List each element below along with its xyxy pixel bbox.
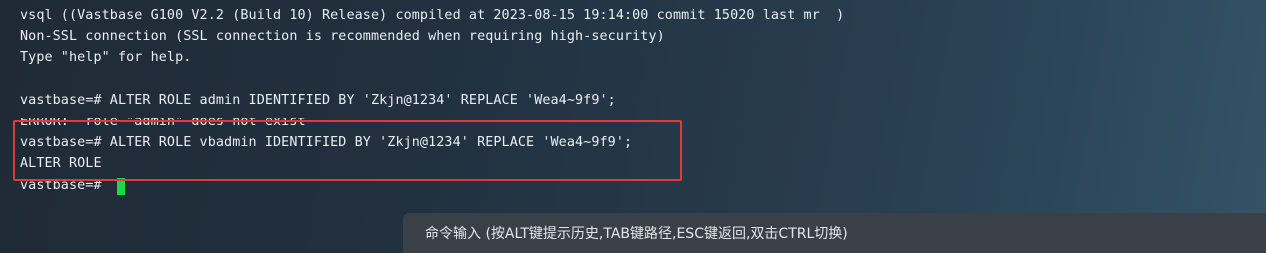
terminal-line: Type "help" for help. — [20, 50, 192, 65]
command-input-hint-text: 命令输入 (按ALT键提示历史,TAB键路径,ESC键返回,双击CTRL切换) — [425, 226, 848, 242]
highlight-annotation-box — [13, 120, 682, 181]
terminal-line: Non-SSL connection (SSL connection is re… — [20, 29, 665, 44]
command-input-hint-bar[interactable]: 命令输入 (按ALT键提示历史,TAB键路径,ESC键返回,双击CTRL切换) — [403, 213, 1266, 253]
terminal-line: vastbase=# ALTER ROLE admin IDENTIFIED B… — [20, 93, 616, 108]
terminal-line: vsql ((Vastbase G100 V2.2 (Build 10) Rel… — [20, 8, 845, 23]
